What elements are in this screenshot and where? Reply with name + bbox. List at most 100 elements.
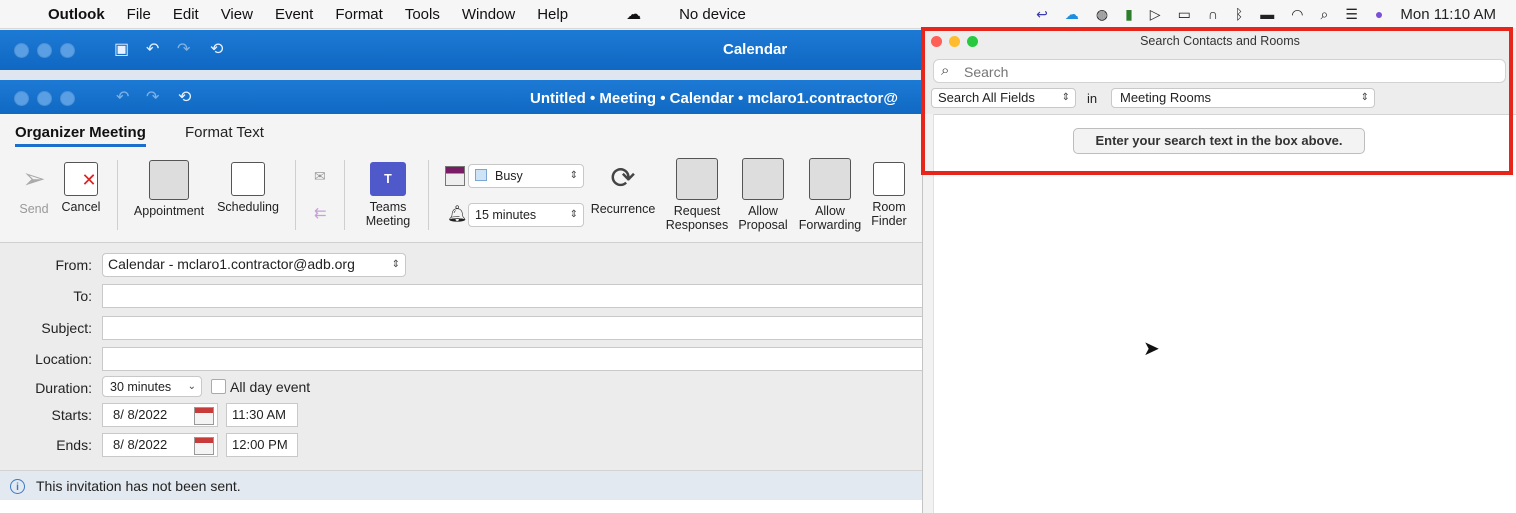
undo-icon[interactable]: ↶	[146, 39, 159, 59]
app-status-icon[interactable]: ▮	[1125, 6, 1133, 23]
appointment-icon	[149, 160, 189, 200]
teams-icon: T	[370, 162, 406, 196]
duration-select[interactable]: 30 minutes ⌄	[102, 376, 202, 397]
info-icon: i	[10, 478, 25, 494]
window-gap	[0, 70, 924, 80]
search-icon[interactable]: ⌕	[1321, 6, 1329, 23]
bluetooth-icon[interactable]: ᛒ	[1235, 6, 1243, 22]
cloud-sync-icon[interactable]: ☁	[1065, 6, 1079, 23]
undo-icon[interactable]: ↶	[116, 87, 129, 107]
siri-icon[interactable]: ●	[1375, 6, 1383, 22]
updown-icon: ⇕	[391, 259, 400, 270]
request-responses-icon	[676, 158, 718, 200]
scheduling-button[interactable]: Scheduling	[212, 162, 284, 214]
show-as-select[interactable]: Busy ⇕	[468, 164, 584, 188]
start-time-field[interactable]: 11:30 AM	[226, 403, 298, 427]
battery-icon[interactable]: ▬	[1260, 6, 1274, 22]
menu-tools[interactable]: Tools	[405, 6, 440, 23]
envelope-icon[interactable]: ✉	[314, 168, 326, 185]
sync-icon[interactable]: ⟲	[210, 39, 223, 59]
to-label: To:	[73, 288, 92, 304]
cloud-icon[interactable]: ☁	[626, 5, 641, 23]
show-as-icon	[445, 166, 465, 186]
room-finder-icon	[873, 162, 905, 196]
dialog-side-strip	[923, 114, 934, 513]
reminder-select[interactable]: 15 minutes ⇕	[468, 203, 584, 227]
duration-label: Duration:	[35, 380, 92, 396]
tab-organizer-meeting[interactable]: Organizer Meeting	[15, 124, 146, 147]
search-hint-message: Enter your search text in the box above.	[1073, 128, 1365, 154]
allow-forwarding-button[interactable]: Allow Forwarding	[795, 158, 865, 232]
message-body[interactable]	[0, 500, 924, 513]
mouse-cursor-icon: ➤	[1143, 338, 1160, 360]
back-arrow-icon[interactable]: ↩	[1036, 6, 1048, 23]
meeting-window-title: Untitled • Meeting • Calendar • mclaro1.…	[530, 90, 898, 107]
headphones-icon[interactable]: ∩	[1208, 6, 1218, 22]
menu-app-outlook[interactable]: Outlook	[48, 6, 105, 23]
end-date-field[interactable]: 8/ 8/2022	[102, 433, 218, 457]
clock-icon	[742, 158, 784, 200]
cancel-button[interactable]: ✕ Cancel	[58, 162, 104, 214]
wifi-icon[interactable]: ◠	[1291, 6, 1303, 23]
end-time-field[interactable]: 12:00 PM	[226, 433, 298, 457]
status-tray: ↩ ☁ ◍ ▮ ▷ ▭ ∩ ᛒ ▬ ◠ ⌕ ☰ ● Mon 11:10 AM	[1019, 0, 1496, 28]
calendar-picker-icon[interactable]	[194, 437, 214, 455]
send-button[interactable]: ➢ Send	[14, 162, 54, 216]
redo-icon[interactable]: ↷	[177, 39, 190, 59]
search-box[interactable]: ⌕	[933, 59, 1506, 83]
menu-format[interactable]: Format	[335, 6, 383, 23]
chevron-down-icon: ⌄	[187, 381, 196, 392]
device-status[interactable]: No device	[679, 6, 746, 23]
from-label: From:	[55, 257, 92, 273]
search-input[interactable]	[962, 62, 1496, 82]
start-date-field[interactable]: 8/ 8/2022	[102, 403, 218, 427]
in-label: in	[1087, 91, 1098, 106]
all-day-checkbox[interactable]	[211, 379, 226, 394]
from-select[interactable]: Calendar - mclaro1.contractor@adb.org ⇕	[102, 253, 406, 277]
redo-icon[interactable]: ↷	[146, 87, 159, 107]
calendar-window-controls[interactable]	[14, 43, 75, 58]
location-label: Location:	[35, 351, 92, 367]
reply-all-icon[interactable]: ⇇	[314, 204, 327, 222]
source-select[interactable]: Meeting Rooms ⇕	[1111, 88, 1375, 108]
dialog-title: Search Contacts and Rooms	[1140, 34, 1300, 48]
menubar: Outlook File Edit View Event Format Tool…	[0, 0, 1516, 29]
ribbon-divider	[428, 160, 429, 230]
play-icon[interactable]: ▷	[1150, 6, 1161, 23]
recurrence-icon: ⟳	[610, 162, 636, 195]
search-contacts-dialog: Search Contacts and Rooms ⌕ Search All F…	[922, 28, 1516, 513]
updown-icon: ⇕	[1360, 92, 1369, 103]
menu-event[interactable]: Event	[275, 6, 313, 23]
tab-format-text[interactable]: Format Text	[185, 124, 264, 141]
meeting-window-controls[interactable]	[14, 91, 75, 106]
location-field[interactable]	[102, 347, 924, 371]
request-responses-button[interactable]: Request Responses	[664, 158, 730, 232]
subject-field[interactable]	[102, 316, 924, 340]
cancel-icon: ✕	[64, 162, 98, 196]
field-scope-select[interactable]: Search All Fields ⇕	[931, 88, 1076, 108]
calendar-picker-icon[interactable]	[194, 407, 214, 425]
display-icon[interactable]: ▭	[1178, 6, 1191, 23]
menu-window[interactable]: Window	[462, 6, 515, 23]
to-field[interactable]	[102, 284, 924, 308]
menu-file[interactable]: File	[127, 6, 151, 23]
menu-view[interactable]: View	[221, 6, 253, 23]
control-center-icon[interactable]: ☰	[1345, 6, 1358, 23]
teams-meeting-button[interactable]: T Teams Meeting	[358, 162, 418, 228]
sync-icon[interactable]: ⟲	[178, 87, 191, 107]
menu-edit[interactable]: Edit	[173, 6, 199, 23]
globe-icon[interactable]: ◍	[1096, 6, 1108, 23]
room-finder-button[interactable]: Room Finder	[866, 162, 912, 228]
dialog-header: Search Contacts and Rooms ⌕ Search All F…	[923, 28, 1516, 115]
recurrence-button[interactable]: ⟳ Recurrence	[588, 162, 658, 216]
clock[interactable]: Mon 11:10 AM	[1400, 6, 1496, 23]
calendar-window-titlebar: ▣ ↶ ↷ ⟲ Calendar	[0, 30, 924, 70]
menu-help[interactable]: Help	[537, 6, 568, 23]
ribbon-divider	[295, 160, 296, 230]
allow-proposal-button[interactable]: Allow Proposal	[734, 158, 792, 232]
infobar-message: This invitation has not been sent.	[36, 478, 241, 494]
appointment-button[interactable]: Appointment	[128, 160, 210, 218]
ribbon-divider	[117, 160, 118, 230]
save-icon[interactable]: ▣	[114, 39, 129, 59]
all-day-label: All day event	[230, 379, 311, 395]
